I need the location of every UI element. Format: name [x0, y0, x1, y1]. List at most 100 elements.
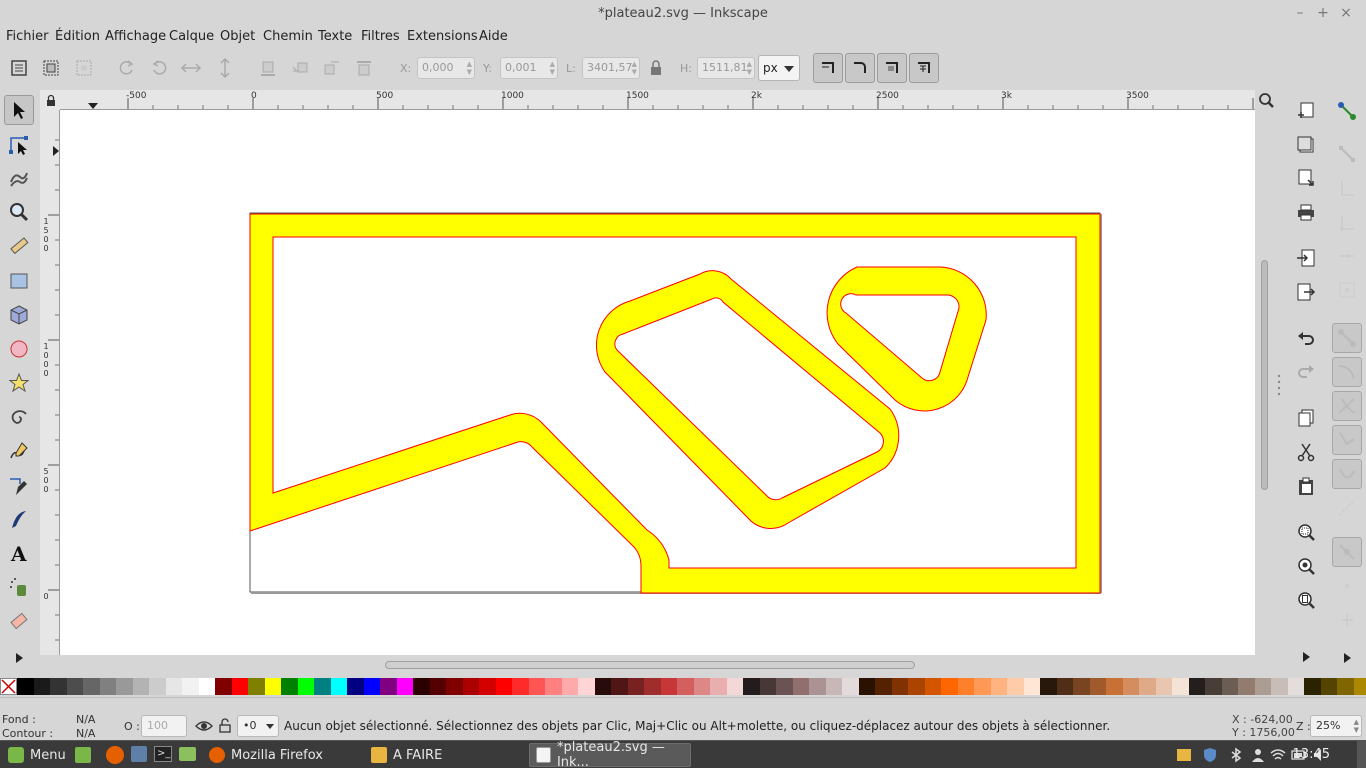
color-swatch[interactable] [198, 678, 215, 695]
text-tool[interactable]: A [4, 538, 34, 568]
color-swatch[interactable] [512, 678, 529, 695]
minimize-button[interactable]: – [1291, 4, 1309, 22]
color-swatch[interactable] [1172, 678, 1189, 695]
color-swatch[interactable] [759, 678, 776, 695]
select-all-layers-icon[interactable] [40, 57, 62, 79]
show-desktop-corner[interactable] [1357, 741, 1366, 768]
spiral-tool[interactable] [4, 402, 34, 432]
lower-to-bottom-icon[interactable] [257, 57, 279, 79]
scale-patterns-toggle[interactable] [909, 53, 939, 83]
user-icon[interactable] [1250, 747, 1266, 763]
lower-icon[interactable] [289, 57, 311, 79]
y-field[interactable]: 0,001 ▲ ▼ [500, 57, 558, 79]
layer-select[interactable]: •0 [237, 715, 279, 737]
color-swatch[interactable] [479, 678, 496, 695]
color-swatch[interactable] [1188, 678, 1205, 695]
zoom-selection-icon[interactable] [1294, 520, 1318, 544]
color-swatch[interactable] [248, 678, 265, 695]
print-icon[interactable] [1294, 200, 1318, 224]
pen-tool[interactable] [4, 471, 34, 501]
menu-affichage[interactable]: Affichage [105, 29, 166, 44]
color-swatch[interactable] [792, 678, 809, 695]
color-swatch[interactable] [132, 678, 149, 695]
layer-visibility-icon[interactable] [195, 718, 213, 734]
shield-icon[interactable] [1202, 747, 1218, 763]
color-swatch[interactable] [644, 678, 661, 695]
rotate-cw-icon[interactable] [148, 57, 170, 79]
color-swatch[interactable] [413, 678, 430, 695]
color-swatch[interactable] [1040, 678, 1057, 695]
color-swatch[interactable] [1304, 678, 1321, 695]
color-swatch[interactable] [1287, 678, 1304, 695]
redo-icon[interactable] [1294, 359, 1318, 383]
color-swatch[interactable] [462, 678, 479, 695]
menu-objet[interactable]: Objet [220, 29, 255, 44]
lock-ratio-icon[interactable] [645, 57, 667, 79]
menu-filtres[interactable]: Filtres [361, 29, 400, 44]
color-swatch[interactable] [33, 678, 50, 695]
open-document-icon[interactable] [1294, 133, 1318, 157]
flip-vertical-icon[interactable] [214, 57, 236, 79]
color-swatch[interactable] [116, 678, 133, 695]
color-swatch[interactable] [1089, 678, 1106, 695]
color-swatch[interactable] [693, 678, 710, 695]
x-field[interactable]: 0,000 ▲ ▼ [417, 57, 475, 79]
snap-bbox-icon[interactable] [1332, 139, 1362, 169]
snap-more-icon[interactable] [1332, 643, 1362, 673]
save-document-icon[interactable] [1294, 166, 1318, 190]
color-swatch[interactable] [974, 678, 991, 695]
color-swatch[interactable] [825, 678, 842, 695]
close-button[interactable]: × [1337, 4, 1355, 22]
node-tool[interactable] [4, 130, 34, 160]
layer-lock-icon[interactable] [218, 718, 232, 734]
color-swatch[interactable] [1271, 678, 1288, 695]
new-document-icon[interactable] [1294, 99, 1318, 123]
selector-tool[interactable] [4, 95, 34, 125]
scale-corners-toggle[interactable] [845, 53, 875, 83]
eraser-tool[interactable] [4, 606, 34, 636]
ellipse-tool[interactable] [4, 334, 34, 364]
color-swatch[interactable] [1073, 678, 1090, 695]
color-swatch[interactable] [314, 678, 331, 695]
rotate-ccw-icon[interactable] [116, 57, 138, 79]
color-swatch[interactable] [990, 678, 1007, 695]
deselect-icon[interactable] [73, 57, 95, 79]
color-swatch[interactable] [710, 678, 727, 695]
menu-fichier[interactable]: Fichier [6, 29, 49, 44]
color-swatch[interactable] [1205, 678, 1222, 695]
undo-icon[interactable] [1294, 326, 1318, 350]
color-swatch[interactable] [1221, 678, 1238, 695]
width-spinner-icon[interactable]: ▲ ▼ [632, 60, 637, 76]
color-swatch[interactable] [594, 678, 611, 695]
raise-icon[interactable] [321, 57, 343, 79]
zoom-spinner-icon[interactable]: ▲ ▼ [1354, 718, 1359, 734]
color-swatch[interactable] [776, 678, 793, 695]
zoom-drawing-icon[interactable] [1294, 554, 1318, 578]
color-swatch[interactable] [281, 678, 298, 695]
color-swatch[interactable] [495, 678, 512, 695]
flip-horizontal-icon[interactable] [180, 57, 202, 79]
color-swatch[interactable] [165, 678, 182, 695]
copy-icon[interactable] [1294, 406, 1318, 430]
lock-guides-icon[interactable] [40, 90, 60, 110]
color-swatch[interactable] [396, 678, 413, 695]
paste-icon[interactable] [1294, 474, 1318, 498]
calligraphy-tool[interactable] [4, 504, 34, 534]
color-swatch[interactable] [611, 678, 628, 695]
color-swatch[interactable] [1320, 678, 1337, 695]
color-swatch[interactable] [1056, 678, 1073, 695]
color-swatch[interactable] [1007, 678, 1024, 695]
files-launcher-icon[interactable] [179, 747, 196, 761]
measure-tool[interactable] [4, 231, 34, 261]
color-swatch[interactable] [924, 678, 941, 695]
show-desktop-icon[interactable] [75, 747, 91, 763]
color-swatch[interactable] [941, 678, 958, 695]
horizontal-ruler[interactable]: -500 0 500 1000 1500 2k 2500 3k 3500 [60, 90, 1255, 110]
color-swatch[interactable] [660, 678, 677, 695]
star-tool[interactable] [4, 368, 34, 398]
color-swatch[interactable] [726, 678, 743, 695]
color-swatch[interactable] [1106, 678, 1123, 695]
color-swatch[interactable] [231, 678, 248, 695]
start-menu-button[interactable]: Menu [2, 743, 68, 767]
snap-bbox-edge-icon[interactable] [1332, 173, 1362, 203]
